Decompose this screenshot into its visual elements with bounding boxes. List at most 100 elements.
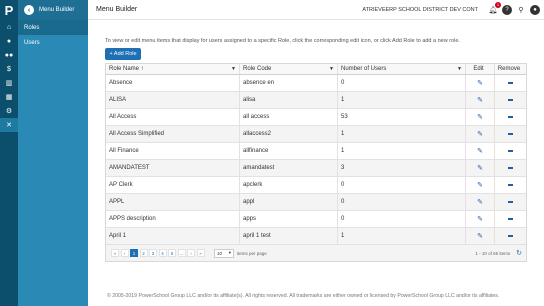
users-count-cell: 0 bbox=[338, 177, 466, 193]
remove-icon[interactable] bbox=[508, 99, 513, 101]
page-button[interactable]: 5 bbox=[168, 249, 176, 257]
column-header-number-of-users[interactable]: Number of Users ▼ bbox=[338, 64, 466, 74]
submenu-item-roles[interactable]: Roles bbox=[18, 20, 88, 35]
role-name-cell: Absence bbox=[106, 75, 240, 91]
district-name[interactable]: ATRIEVEERP SCHOOL DISTRICT DEV CONT bbox=[362, 7, 478, 13]
items-per-page-label: items per page bbox=[237, 250, 267, 256]
edit-cell: ✎ bbox=[466, 177, 495, 193]
users-count-cell: 3 bbox=[338, 160, 466, 176]
page-description: To view or edit menu items that display … bbox=[105, 38, 460, 44]
edit-cell: ✎ bbox=[466, 126, 495, 142]
help-icon[interactable]: ? bbox=[502, 4, 512, 15]
edit-pencil-icon[interactable]: ✎ bbox=[477, 215, 483, 223]
edit-pencil-icon[interactable]: ✎ bbox=[477, 232, 483, 240]
user-icon[interactable]: ● bbox=[0, 34, 18, 48]
pager-summary: 1 - 10 of 65 items bbox=[475, 250, 511, 256]
submenu-panel: ‹ Menu Builder Roles Users bbox=[18, 0, 88, 306]
submenu-header[interactable]: ‹ Menu Builder bbox=[18, 0, 88, 20]
edit-pencil-icon[interactable]: ✎ bbox=[477, 79, 483, 87]
edit-cell: ✎ bbox=[466, 211, 495, 227]
remove-cell bbox=[495, 92, 526, 108]
edit-cell: ✎ bbox=[466, 109, 495, 125]
role-code-cell: alisa bbox=[240, 92, 338, 108]
remove-icon[interactable] bbox=[508, 201, 513, 203]
role-name-cell: All Finance bbox=[106, 143, 240, 159]
role-code-cell: april 1 test bbox=[240, 228, 338, 244]
roles-grid: Role Name ↑ ▼ Role Code ▼ Number of User… bbox=[105, 63, 527, 262]
page-ellipsis-button[interactable]: ... bbox=[177, 249, 186, 257]
edit-cell: ✎ bbox=[466, 143, 495, 159]
next-page-button[interactable]: › bbox=[187, 249, 195, 257]
previous-page-button[interactable]: ‹ bbox=[120, 249, 129, 257]
tools-icon[interactable]: ✕ bbox=[0, 118, 18, 132]
sort-ascending-icon[interactable]: ↑ bbox=[141, 66, 144, 72]
page-button[interactable]: 3 bbox=[149, 249, 157, 257]
bar-chart-icon[interactable]: ▥ bbox=[0, 76, 18, 90]
refresh-icon[interactable]: ↻ bbox=[516, 249, 522, 257]
edit-pencil-icon[interactable]: ✎ bbox=[477, 96, 483, 104]
role-code-cell: amandatest bbox=[240, 160, 338, 176]
remove-icon[interactable] bbox=[508, 235, 513, 237]
edit-pencil-icon[interactable]: ✎ bbox=[477, 164, 483, 172]
table-row: All Access Simplified allaccess2 1 ✎ bbox=[106, 126, 526, 143]
search-icon[interactable]: ⚲ bbox=[516, 5, 526, 15]
page-button[interactable]: 4 bbox=[158, 249, 167, 257]
page-button[interactable]: 2 bbox=[139, 249, 148, 257]
column-header-role-code[interactable]: Role Code ▼ bbox=[240, 64, 338, 74]
powerschool-logo: P bbox=[4, 2, 14, 18]
edit-pencil-icon[interactable]: ✎ bbox=[477, 130, 483, 138]
remove-cell bbox=[495, 143, 526, 159]
role-code-cell: absence en bbox=[240, 75, 338, 91]
role-name-cell: ALISA bbox=[106, 92, 240, 108]
home-icon[interactable]: ⌂ bbox=[0, 20, 18, 34]
remove-icon[interactable] bbox=[508, 150, 513, 152]
role-code-cell: allfinance bbox=[240, 143, 338, 159]
back-icon[interactable]: ‹ bbox=[24, 5, 34, 15]
table-row: All Access all access 53 ✎ bbox=[106, 109, 526, 126]
edit-pencil-icon[interactable]: ✎ bbox=[477, 181, 483, 189]
role-code-cell: allaccess2 bbox=[240, 126, 338, 142]
users-count-cell: 1 bbox=[338, 92, 466, 108]
remove-icon[interactable] bbox=[508, 82, 513, 84]
remove-icon[interactable] bbox=[508, 184, 513, 186]
remove-icon[interactable] bbox=[508, 133, 513, 135]
role-name-cell: April 1 bbox=[106, 228, 240, 244]
users-icon[interactable]: ●● bbox=[0, 48, 18, 62]
filter-icon[interactable]: ▼ bbox=[329, 66, 334, 72]
remove-icon[interactable] bbox=[508, 116, 513, 118]
remove-icon[interactable] bbox=[508, 218, 513, 220]
table-row: April 1 april 1 test 1 ✎ bbox=[106, 228, 526, 245]
edit-pencil-icon[interactable]: ✎ bbox=[477, 147, 483, 155]
calendar-icon[interactable]: ▦ bbox=[0, 90, 18, 104]
users-count-cell: 0 bbox=[338, 211, 466, 227]
edit-cell: ✎ bbox=[466, 228, 495, 244]
edit-pencil-icon[interactable]: ✎ bbox=[477, 198, 483, 206]
dollar-icon[interactable]: $ bbox=[0, 62, 18, 76]
filter-icon[interactable]: ▼ bbox=[231, 66, 236, 72]
submenu-item-users[interactable]: Users bbox=[18, 35, 88, 50]
remove-icon[interactable] bbox=[508, 167, 513, 169]
page-title: Menu Builder bbox=[96, 6, 138, 13]
role-name-cell: APPS description bbox=[106, 211, 240, 227]
column-header-edit: Edit bbox=[466, 64, 495, 74]
users-count-cell: 1 bbox=[338, 143, 466, 159]
users-count-cell: 0 bbox=[338, 194, 466, 210]
items-per-page-select[interactable]: 10 ▾ bbox=[214, 248, 234, 258]
gear-icon[interactable]: ⚙ bbox=[0, 104, 18, 118]
column-header-role-name[interactable]: Role Name ↑ ▼ bbox=[106, 64, 240, 74]
remove-cell bbox=[495, 109, 526, 125]
copyright-footer: © 2005-2019 PowerSchool Group LLC and/or… bbox=[107, 293, 500, 299]
role-code-cell: appl bbox=[240, 194, 338, 210]
submenu-title: Menu Builder bbox=[39, 7, 75, 13]
page-button[interactable]: 1 bbox=[130, 249, 138, 257]
edit-pencil-icon[interactable]: ✎ bbox=[477, 113, 483, 121]
last-page-button[interactable]: » bbox=[196, 249, 205, 257]
notification-bell-icon[interactable]: 🔔︎ 1 bbox=[488, 1, 501, 15]
add-role-button[interactable]: + Add Role bbox=[105, 48, 141, 60]
user-profile-icon[interactable]: ● bbox=[530, 4, 540, 15]
role-name-cell: All Access bbox=[106, 109, 240, 125]
filter-icon[interactable]: ▼ bbox=[457, 66, 462, 72]
table-row: All Finance allfinance 1 ✎ bbox=[106, 143, 526, 160]
first-page-button[interactable]: « bbox=[111, 249, 119, 257]
remove-cell bbox=[495, 211, 526, 227]
